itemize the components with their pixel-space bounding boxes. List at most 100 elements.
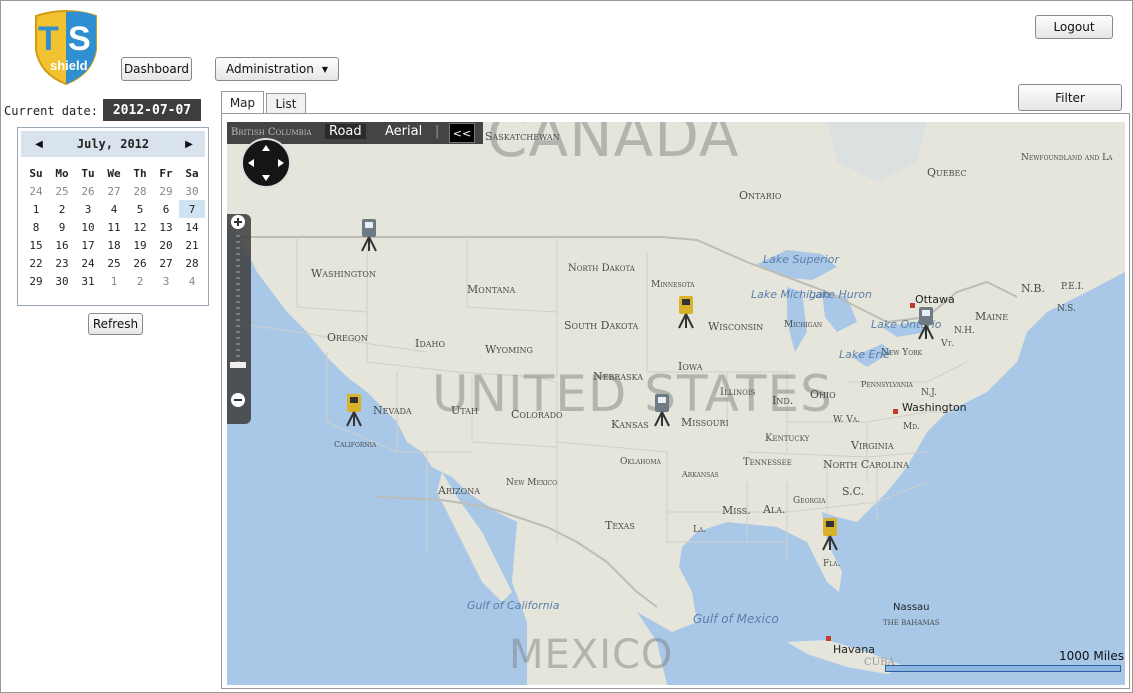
map-label-michigan: Michigan	[784, 320, 823, 330]
map-label-ind: Ind.	[772, 394, 794, 407]
calendar-day[interactable]: 4	[179, 272, 205, 290]
map-label-georgia: Georgia	[793, 496, 826, 506]
mode-separator: |	[435, 124, 440, 139]
filter-button[interactable]: Filter	[1018, 84, 1122, 111]
map-label-kansas: Kansas	[611, 418, 649, 431]
map-label-gulf-of-california: Gulf of California	[467, 599, 560, 612]
map-label-minnesota: Minnesota	[651, 280, 695, 290]
calendar-day[interactable]: 8	[23, 218, 49, 236]
calendar-day[interactable]: 24	[23, 182, 49, 200]
collapse-icon[interactable]: <<	[449, 123, 475, 143]
map-label-british-columbia: British Columbia	[231, 127, 312, 138]
administration-dropdown[interactable]: Administration ▼	[215, 57, 339, 81]
calendar-day[interactable]: 17	[75, 236, 101, 254]
calendar-day[interactable]: 21	[179, 236, 205, 254]
calendar-day[interactable]: 3	[75, 200, 101, 218]
calendar-day[interactable]: 26	[127, 254, 153, 272]
map-label-saskatchewan: Saskatchewan	[485, 130, 560, 143]
calendar-day[interactable]: 9	[49, 218, 75, 236]
calendar-day[interactable]: 25	[101, 254, 127, 272]
calendar-day[interactable]: 15	[23, 236, 49, 254]
calendar-day[interactable]: 6	[153, 200, 179, 218]
calendar-day[interactable]: 3	[153, 272, 179, 290]
administration-label: Administration	[226, 62, 314, 76]
survey-instrument-icon[interactable]	[675, 294, 697, 330]
refresh-button[interactable]: Refresh	[88, 313, 143, 335]
calendar-day[interactable]: 29	[153, 182, 179, 200]
tab-map[interactable]: Map	[221, 91, 264, 113]
calendar-day[interactable]: 23	[49, 254, 75, 272]
map-label-newfoundland: Newfoundland and La	[1021, 153, 1113, 163]
calendar-day[interactable]: 20	[153, 236, 179, 254]
map-label-virginia: Virginia	[851, 439, 894, 452]
calendar-day[interactable]: 27	[101, 182, 127, 200]
map-label-wyoming: Wyoming	[485, 343, 533, 356]
svg-text:shield: shield	[50, 58, 88, 73]
weekday-header: We	[107, 166, 121, 180]
calendar-day[interactable]: 22	[23, 254, 49, 272]
map-canvas[interactable]: CANADA UNITED STATES MEXICO Saskatchewan…	[227, 122, 1125, 685]
survey-instrument-icon[interactable]	[343, 392, 365, 428]
dashboard-button[interactable]: Dashboard	[121, 57, 192, 81]
weekday-header: Tu	[81, 166, 95, 180]
calendar-day[interactable]: 2	[127, 272, 153, 290]
calendar-day[interactable]: 2	[49, 200, 75, 218]
calendar-day[interactable]: 28	[127, 182, 153, 200]
calendar-day[interactable]: 13	[153, 218, 179, 236]
survey-instrument-icon[interactable]	[651, 392, 673, 428]
survey-instrument-icon[interactable]	[915, 305, 937, 341]
tab-list[interactable]: List	[266, 93, 306, 113]
calendar-day[interactable]: 24	[75, 254, 101, 272]
pan-control[interactable]	[241, 138, 291, 188]
road-mode-button[interactable]: Road	[325, 124, 366, 139]
map-label-mexico: MEXICO	[509, 632, 674, 678]
calendar-day[interactable]: 31	[75, 272, 101, 290]
calendar-day[interactable]: 18	[101, 236, 127, 254]
map-label-nebraska: Nebraska	[593, 370, 644, 383]
calendar-day[interactable]: 30	[179, 182, 205, 200]
survey-instrument-icon[interactable]	[819, 516, 841, 552]
calendar-day[interactable]: 30	[49, 272, 75, 290]
scale-bar	[885, 665, 1121, 672]
calendar-day[interactable]: 16	[49, 236, 75, 254]
calendar-day[interactable]: 10	[75, 218, 101, 236]
map-label-oklahoma: Oklahoma	[620, 457, 661, 467]
tab-map-label: Map	[229, 95, 256, 110]
map-label-vt: Vt.	[941, 339, 955, 349]
aerial-mode-button[interactable]: Aerial	[385, 124, 422, 139]
map-label-new-mexico: New Mexico	[506, 478, 558, 488]
map-label-gulf-of-mexico: Gulf of Mexico	[693, 612, 779, 626]
map-label-ns: N.S.	[1057, 304, 1076, 314]
calendar-day[interactable]: 25	[49, 182, 75, 200]
calendar-day[interactable]: 4	[101, 200, 127, 218]
calendar-day[interactable]: 1	[23, 200, 49, 218]
map-label-washington-dc: Washington	[902, 401, 967, 414]
calendar-grid: Su Mo Tu We Th Fr Sa 24 25 26 27 28 29 30 1 2 3 4 5 6 7 8 9 10 1…	[23, 164, 205, 290]
calendar-day[interactable]: 12	[127, 218, 153, 236]
map-label-lake-superior: Lake Superior	[763, 253, 840, 266]
map-label-ala: Ala.	[763, 503, 786, 516]
next-month-icon[interactable]: ▶	[179, 131, 199, 157]
map-label-wva: W. Va.	[833, 415, 861, 425]
dashboard-label: Dashboard	[123, 62, 190, 76]
calendar-day[interactable]: 11	[101, 218, 127, 236]
logout-button[interactable]: Logout	[1035, 15, 1113, 39]
map-label-oregon: Oregon	[327, 331, 368, 344]
calendar-day[interactable]: 28	[179, 254, 205, 272]
calendar-day[interactable]: 27	[153, 254, 179, 272]
calendar-day[interactable]: 14	[179, 218, 205, 236]
map-label-wisconsin: Wisconsin	[708, 320, 764, 333]
calendar-day[interactable]: 5	[127, 200, 153, 218]
map-label-south-dakota: South Dakota	[564, 319, 639, 332]
calendar-day[interactable]: 29	[23, 272, 49, 290]
calendar-day[interactable]: 26	[75, 182, 101, 200]
calendar-day[interactable]: 19	[127, 236, 153, 254]
weekday-header: Th	[133, 166, 147, 180]
calendar-day[interactable]: 7	[179, 200, 205, 218]
map-label-missouri: Missouri	[681, 416, 729, 429]
calendar-month-title[interactable]: July, 2012	[51, 131, 175, 157]
survey-instrument-icon[interactable]	[358, 217, 380, 253]
prev-month-icon[interactable]: ◀	[29, 131, 49, 157]
zoom-control[interactable]	[227, 214, 251, 424]
calendar-day[interactable]: 1	[101, 272, 127, 290]
